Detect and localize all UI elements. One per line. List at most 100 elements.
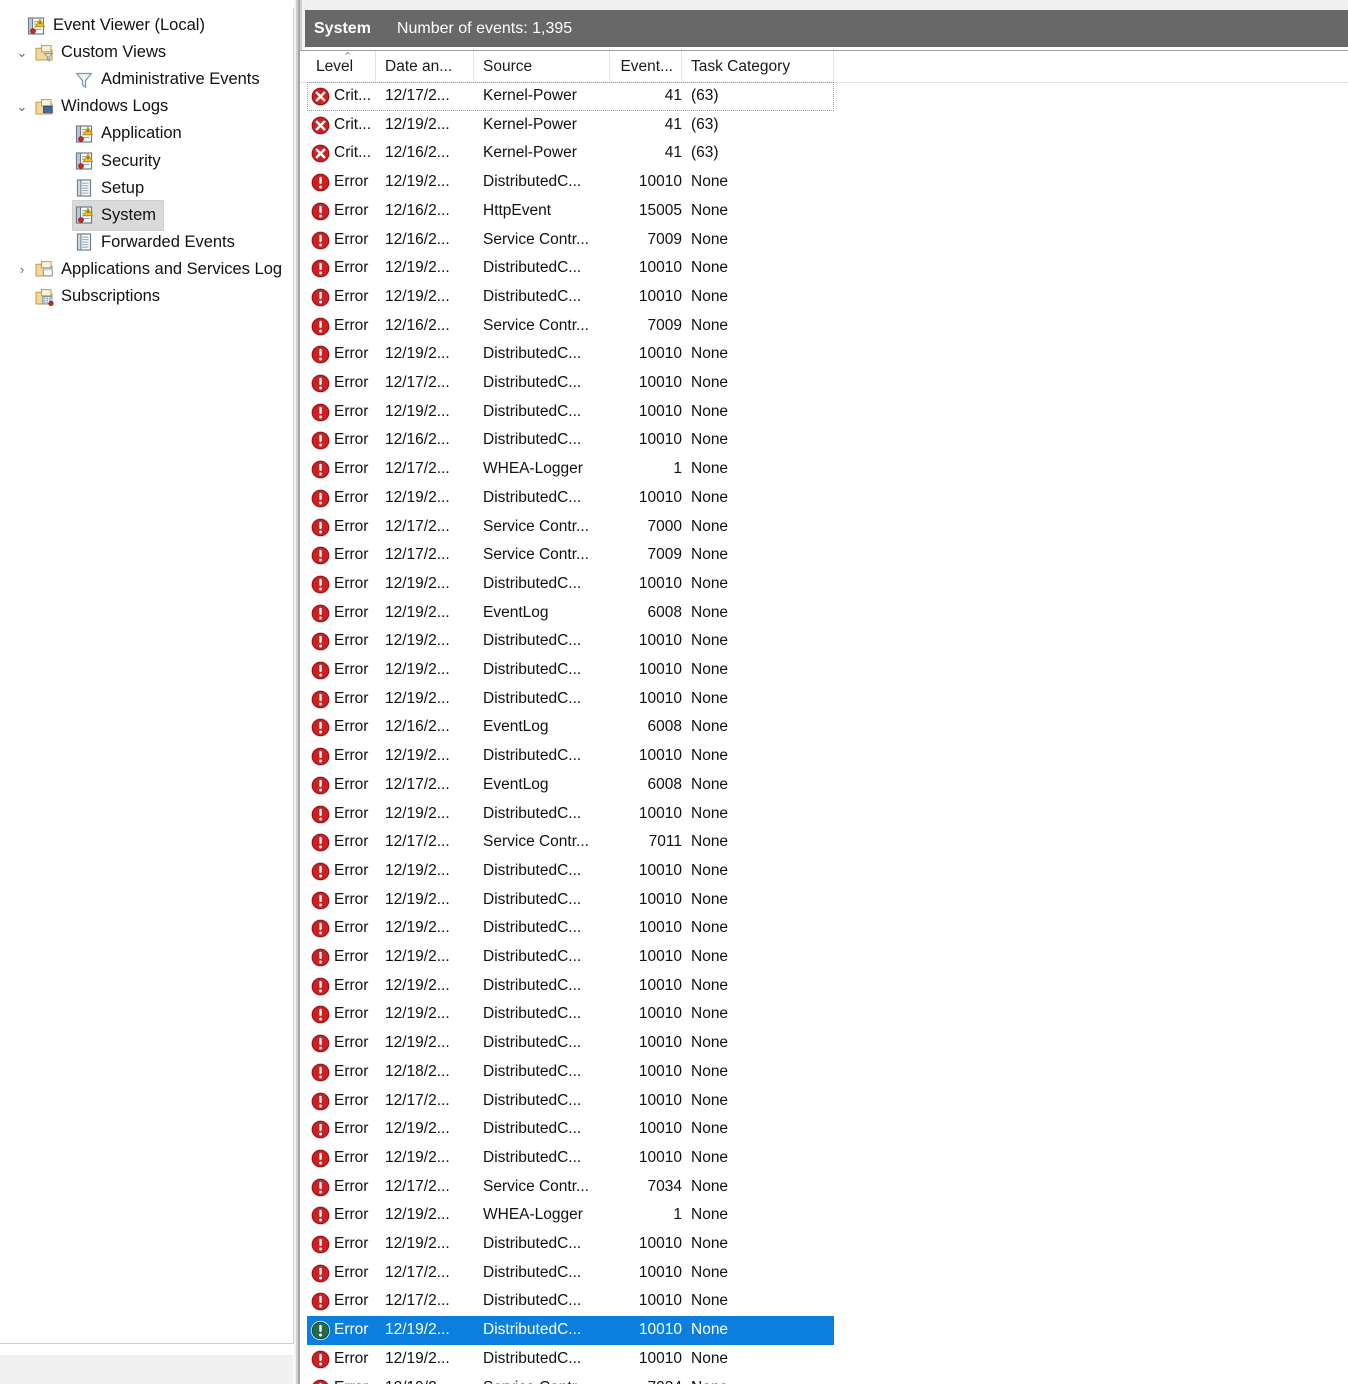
table-row[interactable]: Error 12/19/2... DistributedC... 10010 None — [300, 886, 1348, 915]
tree-item-event-viewer-local[interactable]: Event Viewer (Local) — [4, 12, 213, 39]
cell-date: 12/19/2... — [385, 345, 450, 363]
tree-item-applications-and-services-log[interactable]: › Applications and Services Log — [12, 256, 290, 283]
chevron-right-icon[interactable]: › — [12, 256, 32, 283]
cell-level: Error — [334, 718, 369, 736]
column-header-event_id[interactable]: Event... — [610, 51, 682, 82]
table-row[interactable]: Error 12/19/2... DistributedC... 10010 None — [300, 1144, 1348, 1173]
cell-source: DistributedC... — [483, 345, 582, 363]
cell-source: DistributedC... — [483, 890, 582, 908]
tree-item-label: Event Viewer (Local) — [53, 16, 205, 34]
cell-task_category: (63) — [691, 115, 719, 133]
table-row[interactable]: Error 12/19/2... DistributedC... 10010 None — [300, 254, 1348, 283]
cell-source: Service Contr... — [483, 546, 589, 564]
table-row[interactable]: Error 12/17/2... DistributedC... 10010 None — [300, 1087, 1348, 1116]
folder-computer-icon — [34, 97, 54, 117]
tree-item-custom-views[interactable]: ⌄ Custom Views — [12, 39, 174, 66]
tree-item-administrative-events[interactable]: Administrative Events — [52, 66, 268, 93]
tree-item-windows-logs[interactable]: ⌄ Windows Logs — [12, 93, 176, 120]
chevron-down-icon[interactable]: ⌄ — [12, 39, 32, 66]
table-row[interactable]: Crit... 12/17/2... Kernel-Power 41 (63) — [300, 82, 1348, 111]
table-row[interactable]: Error 12/19/2... DistributedC... 10010 None — [300, 857, 1348, 886]
column-header-source[interactable]: Source — [474, 51, 610, 82]
table-row[interactable]: Error 12/19/2... DistributedC... 10010 None — [300, 656, 1348, 685]
tree-item-forwarded-events[interactable]: Forwarded Events — [52, 229, 243, 256]
table-row[interactable]: Error 12/17/2... DistributedC... 10010 None — [300, 369, 1348, 398]
table-row[interactable]: Crit... 12/19/2... Kernel-Power 41 (63) — [300, 111, 1348, 140]
cell-date: 12/16/2... — [385, 201, 450, 219]
column-header-date[interactable]: Date an... — [376, 51, 474, 82]
table-row[interactable]: Error 12/19/2... DistributedC... 10010 None — [300, 398, 1348, 427]
table-row[interactable]: Error 12/16/2... DistributedC... 10010 None — [300, 426, 1348, 455]
cell-event_id: 10010 — [638, 1292, 682, 1310]
cell-event_id: 10010 — [638, 1148, 682, 1166]
table-row[interactable]: Error 12/19/2... DistributedC... 10010 None — [300, 168, 1348, 197]
error-icon — [310, 1378, 331, 1384]
table-row[interactable]: Error 12/16/2... EventLog 6008 None — [300, 713, 1348, 742]
table-row[interactable]: Error 12/19/2... DistributedC... 10010 None — [300, 943, 1348, 972]
table-row[interactable]: Crit... 12/16/2... Kernel-Power 41 (63) — [300, 139, 1348, 168]
error-icon — [310, 746, 331, 767]
table-row[interactable]: Error 12/17/2... Service Contr... 7034 None — [300, 1173, 1348, 1202]
cell-level: Error — [334, 632, 369, 650]
table-row[interactable]: Error 12/19/2... DistributedC... 10010 None — [300, 685, 1348, 714]
table-row[interactable]: Error 12/19/2... DistributedC... 10010 None — [300, 484, 1348, 513]
table-row[interactable]: Error 12/17/2... Service Contr... 7000 None — [300, 513, 1348, 542]
table-row[interactable]: Error 12/19/2... DistributedC... 10010 None — [300, 283, 1348, 312]
table-row[interactable]: Error 12/19/2... DistributedC... 10010 None — [300, 972, 1348, 1001]
tree-horizontal-scrollbar[interactable] — [0, 1355, 293, 1384]
table-row[interactable]: Error 12/19/2... DistributedC... 10010 None — [300, 1029, 1348, 1058]
cell-event_id: 10010 — [638, 1034, 682, 1052]
table-row[interactable]: Error 12/16/2... Service Contr... 7009 None — [300, 226, 1348, 255]
cell-date: 12/19/2... — [385, 1148, 450, 1166]
tree-item-security[interactable]: Security — [52, 148, 169, 175]
table-row[interactable]: Error 12/18/2... DistributedC... 10010 None — [300, 1058, 1348, 1087]
cell-event_id: 7009 — [647, 546, 682, 564]
cell-level: Error — [334, 1235, 369, 1252]
table-row[interactable]: Error 12/19/2... DistributedC... 10010 None — [300, 914, 1348, 943]
table-row[interactable]: Error 12/17/2... Service Contr... 7011 None — [300, 828, 1348, 857]
cell-level: Error — [334, 1321, 369, 1339]
error-icon — [310, 172, 331, 193]
sort-ascending-icon: ⌃ — [343, 51, 353, 63]
table-row[interactable]: Error 12/19/2... WHEA-Logger 1 None — [300, 1201, 1348, 1230]
table-row[interactable]: Error12/19/2...Service Contr...7034None — [300, 1374, 1348, 1384]
cell-task_category: None — [691, 1062, 729, 1080]
tree-item-subscriptions[interactable]: Subscriptions — [12, 283, 168, 310]
cell-date: 12/19/2... — [385, 1206, 450, 1224]
tree-item-setup[interactable]: Setup — [52, 175, 152, 202]
table-row[interactable]: Error 12/16/2... Service Contr... 7009 None — [300, 312, 1348, 341]
chevron-down-icon[interactable]: ⌄ — [12, 93, 32, 120]
table-row[interactable]: Error 12/19/2... DistributedC... 10010 None — [300, 1230, 1348, 1259]
table-row[interactable]: Error 12/19/2... DistributedC... 10010 None — [300, 340, 1348, 369]
event-count: Number of events: 1,395 — [396, 19, 573, 37]
table-row[interactable]: Error 12/19/2... DistributedC... 10010 None — [300, 1115, 1348, 1144]
error-icon — [310, 230, 331, 251]
tree-item-system[interactable]: System — [52, 199, 165, 231]
table-row[interactable]: Error 12/19/2... EventLog 6008 None — [300, 599, 1348, 628]
table-row[interactable]: Error 12/19/2... DistributedC... 10010 None — [300, 800, 1348, 829]
folder-filter-icon — [34, 43, 54, 63]
table-row[interactable]: Error 12/17/2... DistributedC... 10010 None — [300, 1287, 1348, 1316]
table-row[interactable]: Error 12/17/2... WHEA-Logger 1 None — [300, 455, 1348, 484]
cell-level: Error — [334, 890, 369, 908]
cell-level: Error — [334, 374, 369, 391]
table-row[interactable]: Error 12/16/2... HttpEvent 15005 None — [300, 197, 1348, 226]
column-header-task_category[interactable]: Task Category — [682, 51, 834, 82]
table-row[interactable]: Error 12/17/2... EventLog 6008 None — [300, 771, 1348, 800]
table-row[interactable]: Error 12/19/2... DistributedC... 10010 None — [300, 1000, 1348, 1029]
cell-task_category: None — [691, 632, 729, 650]
table-row[interactable]: Error 12/19/2... DistributedC... 10010 None — [300, 742, 1348, 771]
tree-item-application[interactable]: Application — [52, 120, 190, 147]
cell-task_category: None — [691, 1177, 729, 1195]
error-icon — [310, 861, 331, 882]
table-row[interactable]: Error 12/19/2... DistributedC... 10010 None — [300, 570, 1348, 599]
table-row[interactable]: Error 12/19/2... DistributedC... 10010 None — [300, 1345, 1348, 1374]
cell-task_category: None — [691, 804, 729, 822]
table-row[interactable]: Error 12/17/2... DistributedC... 10010 None — [300, 1259, 1348, 1288]
column-header-level[interactable]: Level — [307, 51, 376, 82]
table-row[interactable]: Error 12/19/2... DistributedC... 10010 None — [300, 1316, 1348, 1345]
table-row[interactable]: Error 12/19/2... DistributedC... 10010 None — [300, 627, 1348, 656]
cell-task_category: None — [691, 775, 729, 793]
cell-source: DistributedC... — [483, 259, 582, 277]
table-row[interactable]: Error 12/17/2... Service Contr... 7009 None — [300, 541, 1348, 570]
